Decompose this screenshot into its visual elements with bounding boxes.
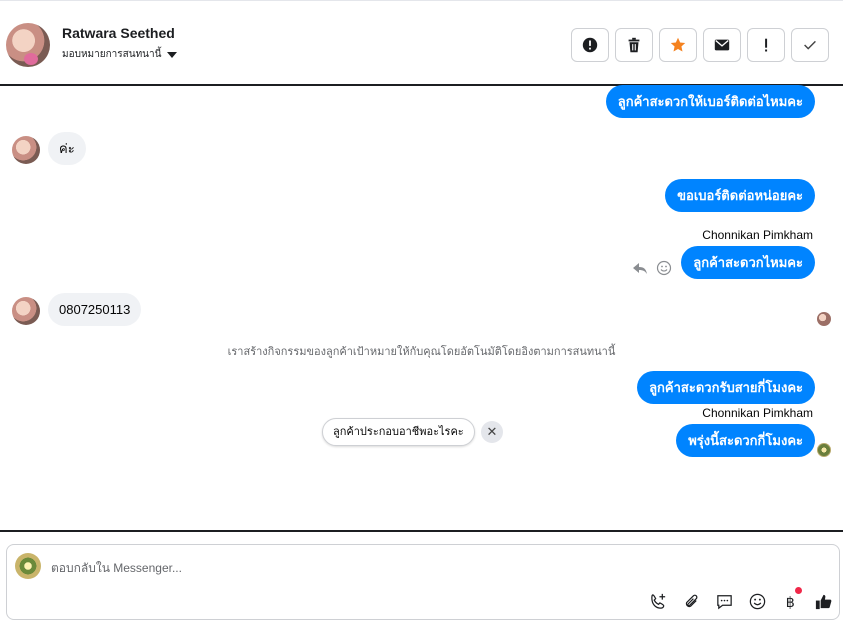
contact-avatar-small xyxy=(12,136,40,164)
assign-label: มอบหมายการสนทนานี้ xyxy=(62,49,162,60)
envelope-icon xyxy=(714,39,730,51)
close-icon[interactable]: ✕ xyxy=(481,421,503,443)
message-outgoing[interactable]: พรุ่งนี้สะดวกกี่โมงคะ xyxy=(676,424,815,457)
star-button[interactable] xyxy=(659,28,697,62)
sender-name: Chonnikan Pimkham xyxy=(702,406,813,420)
delete-button[interactable] xyxy=(615,28,653,62)
action-toolbar xyxy=(571,28,829,62)
message-incoming[interactable]: 0807250113 xyxy=(48,293,142,326)
sender-name: Chonnikan Pimkham xyxy=(702,228,813,242)
message-outgoing[interactable]: ลูกค้าสะดวกรับสายกี่โมงคะ xyxy=(637,371,815,404)
message-outgoing[interactable]: ลูกค้าสะดวกไหมคะ xyxy=(681,246,815,279)
payment-icon[interactable]: ฿ xyxy=(780,587,802,611)
caret-down-icon xyxy=(167,51,178,58)
call-plus-icon[interactable] xyxy=(648,591,668,611)
check-icon xyxy=(804,40,816,50)
contact-avatar-small xyxy=(12,297,40,325)
reply-box[interactable]: ตอบกลับใน Messenger... ฿ xyxy=(6,544,840,620)
page-avatar xyxy=(15,553,41,579)
exclamation-icon xyxy=(765,38,768,52)
reply-input[interactable]: ตอบกลับใน Messenger... xyxy=(51,559,182,578)
system-note: เราสร้างกิจกรรมของลูกค้าเป้าหมายให้กับคุ… xyxy=(227,346,616,358)
composer-actions: ฿ xyxy=(648,587,833,611)
mark-done-button[interactable] xyxy=(791,28,829,62)
reply-icon[interactable] xyxy=(632,260,648,276)
svg-text:฿: ฿ xyxy=(785,595,794,611)
notification-dot xyxy=(795,587,802,594)
message-actions xyxy=(632,260,672,276)
composer: ตอบกลับใน Messenger... ฿ xyxy=(0,530,843,624)
conversation-header: Ratwara Seethed มอบหมายการสนทนานี้ xyxy=(0,0,843,86)
follow-up-button[interactable] xyxy=(747,28,785,62)
alert-circle-icon xyxy=(582,37,598,53)
message-incoming[interactable]: ค่ะ xyxy=(48,132,86,165)
suggested-reply-chip[interactable]: ลูกค้าประกอบอาชีพอะไรคะ xyxy=(322,418,475,446)
star-icon xyxy=(670,37,686,52)
emoji-react-icon[interactable] xyxy=(656,260,672,276)
mark-unread-button[interactable] xyxy=(703,28,741,62)
saved-replies-icon[interactable] xyxy=(714,591,734,611)
thumbs-up-icon[interactable] xyxy=(813,591,833,611)
emoji-icon[interactable] xyxy=(747,591,767,611)
message-thread[interactable]: ลูกค้าสะดวกให้เบอร์ติดต่อไหมคะ ค่ะ ขอเบอ… xyxy=(0,85,843,530)
contact-name[interactable]: Ratwara Seethed xyxy=(62,25,175,41)
contact-avatar[interactable] xyxy=(6,23,50,67)
assign-conversation-dropdown[interactable]: มอบหมายการสนทนานี้ xyxy=(62,47,178,62)
message-outgoing[interactable]: ลูกค้าสะดวกให้เบอร์ติดต่อไหมคะ xyxy=(605,85,815,118)
seen-avatar xyxy=(817,443,831,457)
message-outgoing[interactable]: ขอเบอร์ติดต่อหน่อยคะ xyxy=(665,179,815,212)
seen-avatar xyxy=(817,312,831,326)
trash-icon xyxy=(628,37,640,53)
attachment-icon[interactable] xyxy=(681,591,701,611)
mark-spam-button[interactable] xyxy=(571,28,609,62)
